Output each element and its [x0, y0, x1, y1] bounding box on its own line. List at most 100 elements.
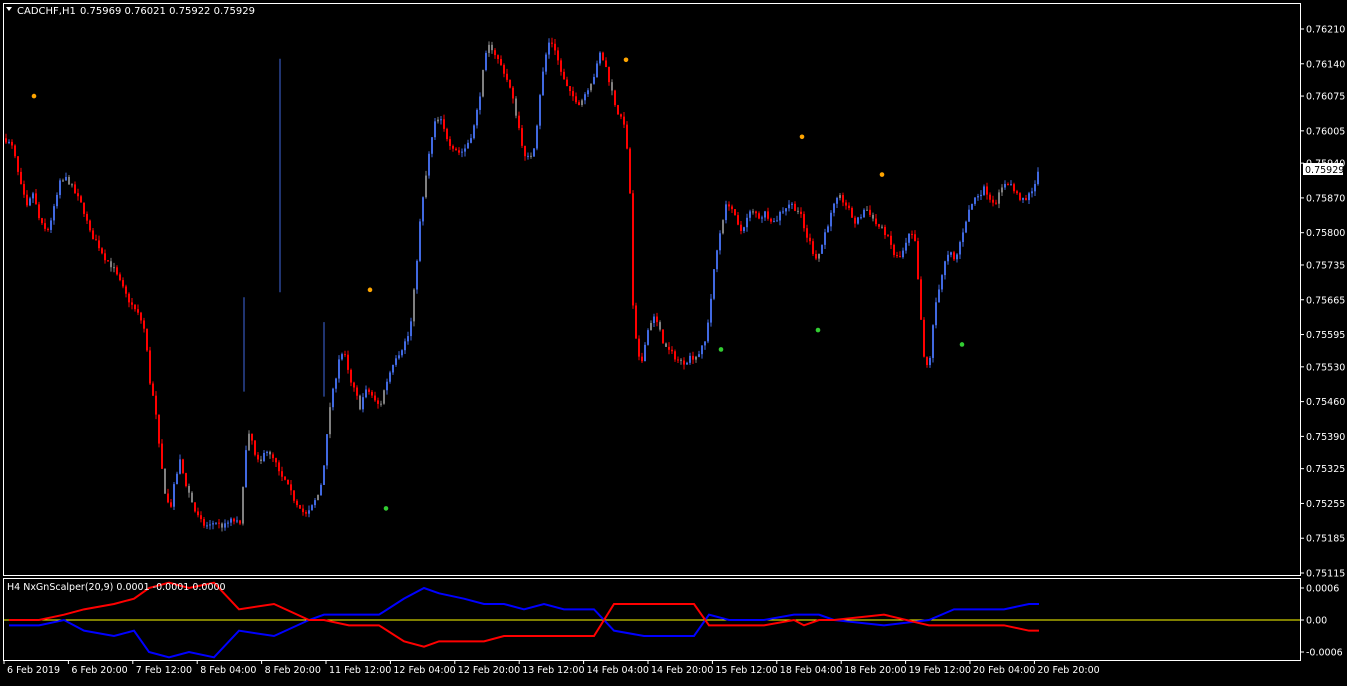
- candle-body: [125, 286, 127, 294]
- time-tick-label: 12 Feb 04:00: [393, 665, 455, 676]
- candle-body: [143, 320, 145, 329]
- indicator-title: H4 NxGnScalper(20,9) 0.0001 -0.0001 0.00…: [7, 582, 226, 593]
- candle-body: [245, 450, 247, 488]
- candle-body: [1025, 198, 1027, 201]
- candle-body: [890, 235, 892, 245]
- sell-signal-dot: [879, 172, 885, 177]
- candle-body: [158, 414, 160, 444]
- candle-body: [737, 215, 739, 225]
- candle-body: [962, 232, 964, 243]
- candle-body: [989, 194, 991, 200]
- candle-body: [215, 522, 217, 524]
- candle-body: [1022, 198, 1024, 200]
- candle-body: [317, 495, 319, 501]
- candle-body: [974, 197, 976, 204]
- chart-window[interactable]: 0.762100.761400.760750.760050.759400.758…: [0, 0, 1347, 682]
- candle-body: [833, 203, 835, 213]
- candle-body: [662, 329, 664, 344]
- candle-body: [176, 473, 178, 485]
- candle-body: [296, 500, 298, 506]
- candle-body: [740, 224, 742, 232]
- candle-body: [539, 95, 541, 126]
- candle-body: [1013, 184, 1015, 192]
- candle-body: [608, 67, 610, 83]
- candle-body: [443, 119, 445, 129]
- candle-body: [995, 202, 997, 204]
- candle-body: [329, 407, 331, 435]
- price-tick-label: 0.76005: [1306, 126, 1345, 137]
- time-tick-label: 7 Feb 12:00: [136, 665, 192, 676]
- time-tick-label: 14 Feb 20:00: [651, 665, 713, 676]
- candle-body: [71, 184, 73, 186]
- candle-body: [527, 155, 529, 157]
- candle-body: [593, 77, 595, 84]
- candle-body: [512, 87, 514, 99]
- buy-signal-dot: [959, 342, 965, 347]
- candle-body: [524, 145, 526, 157]
- candle-body: [584, 94, 586, 101]
- sell-signal-dot: [367, 287, 373, 293]
- candle-body: [881, 226, 883, 228]
- candle-body: [929, 357, 931, 366]
- candle-body: [434, 121, 436, 138]
- candle-body: [944, 261, 946, 276]
- price-tick-label: 0.75325: [1306, 464, 1345, 475]
- candle-body: [1004, 183, 1006, 188]
- candle-body: [842, 195, 844, 203]
- candle-body: [560, 60, 562, 72]
- candle-body: [413, 289, 415, 322]
- candle-body: [266, 451, 268, 453]
- candle-body: [104, 253, 106, 261]
- candle-body: [566, 79, 568, 87]
- candle-body: [581, 100, 583, 105]
- candle-body: [635, 305, 637, 339]
- candle-body: [446, 128, 448, 140]
- candle-body: [437, 119, 439, 122]
- candle-body: [281, 471, 283, 477]
- candle-body: [308, 510, 310, 514]
- candle-body: [149, 350, 151, 384]
- candle-body: [341, 354, 343, 360]
- candle-body: [509, 79, 511, 88]
- candle-body: [704, 341, 706, 346]
- candle-body: [29, 198, 31, 206]
- time-tick-label: 11 Feb 12:00: [329, 665, 391, 676]
- candle-body: [23, 184, 25, 195]
- candle-body: [734, 209, 736, 216]
- candle-body: [179, 459, 181, 474]
- candle-body: [968, 209, 970, 222]
- candle-body: [749, 211, 751, 218]
- candle-body: [182, 459, 184, 474]
- candle-body: [170, 502, 172, 507]
- candle-body: [686, 362, 688, 365]
- candle-body: [386, 381, 388, 391]
- candle-body: [719, 233, 721, 251]
- buy-signal-dot: [718, 347, 724, 352]
- candle-body: [5, 138, 7, 143]
- candle-body: [770, 218, 772, 222]
- candle-body: [743, 227, 745, 232]
- candle-body: [752, 211, 754, 213]
- candle-body: [395, 358, 397, 365]
- candle-body: [947, 254, 949, 262]
- candle-body: [884, 226, 886, 236]
- candle-body: [638, 338, 640, 357]
- candle-body: [713, 269, 715, 299]
- candle-body: [224, 523, 226, 528]
- candle-body: [242, 487, 244, 524]
- candle-body: [755, 211, 757, 214]
- candle-body: [251, 433, 253, 441]
- candle-body: [194, 502, 196, 512]
- candle-body: [287, 479, 289, 485]
- time-tick-label: 6 Feb 20:00: [71, 665, 127, 676]
- candle-body: [536, 125, 538, 149]
- candle-body: [68, 176, 70, 185]
- candle-body: [698, 354, 700, 357]
- candle-body: [812, 241, 814, 254]
- candle-body: [77, 193, 79, 197]
- candle-body: [293, 490, 295, 501]
- candle-body: [767, 211, 769, 219]
- candle-body: [935, 302, 937, 326]
- candle-body: [665, 343, 667, 347]
- candle-body: [578, 102, 580, 105]
